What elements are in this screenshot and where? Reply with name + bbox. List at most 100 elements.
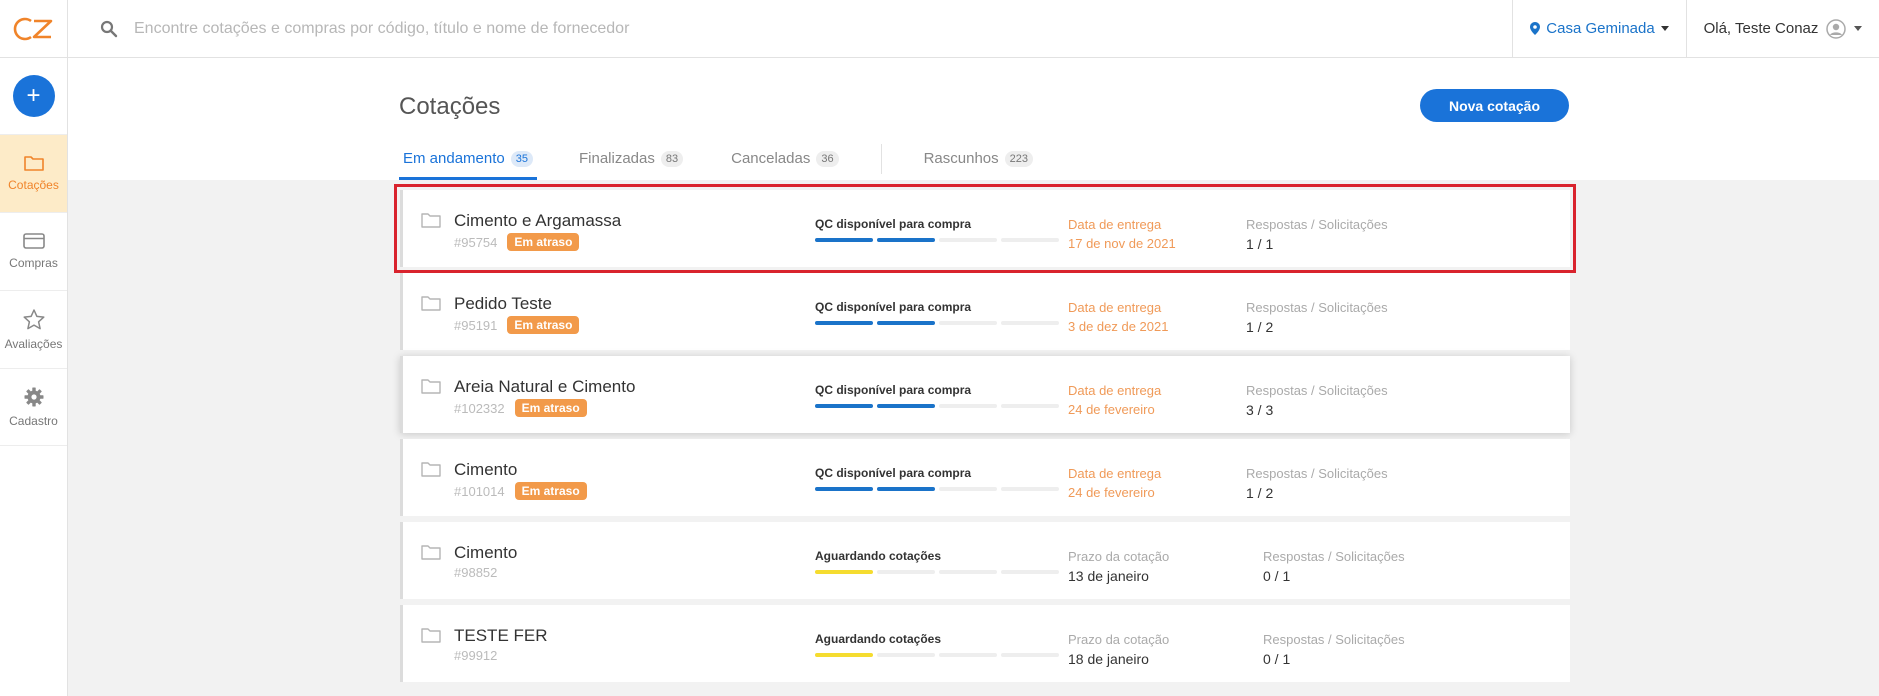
quote-title: Cimento [454,543,518,562]
progress-bar [815,570,1059,574]
quote-meta: #101014 Em atraso [454,482,587,500]
responses-label: Respostas / Solicitações [1246,466,1388,481]
tab-bar: Em andamento 35 Finalizadas 83 Cancelada… [399,140,1037,180]
quote-title: Cimento e Argamassa [454,211,622,230]
search-bar [68,0,1512,57]
progress-segment [939,653,997,657]
progress-segment [1001,570,1059,574]
responses-value: 1 / 1 [1246,236,1274,252]
late-badge: Em atraso [507,316,580,334]
sidebar-item-cotacoes[interactable]: Cotações [0,134,67,212]
quote-code: #95754 [454,234,498,250]
quote-title: Areia Natural e Cimento [454,377,636,396]
quote-meta: #102332 Em atraso [454,399,587,417]
responses-label: Respostas / Solicitações [1246,383,1388,398]
quote-meta: #95191 Em atraso [454,316,580,334]
sidebar-item-label: Compras [9,256,58,270]
new-quote-button[interactable]: Nova cotação [1420,89,1569,122]
conaz-logo-icon [13,17,52,40]
avatar-icon [1826,18,1847,39]
add-button[interactable]: + [12,75,55,117]
tab-canceladas[interactable]: Canceladas 36 [727,140,842,180]
search-input[interactable] [134,19,834,38]
responses-value: 1 / 2 [1246,485,1274,501]
folder-icon [421,379,441,394]
folder-icon [23,156,44,171]
date-label: Prazo da cotação [1068,632,1170,647]
progress-bar [815,653,1059,657]
location-selector[interactable]: Casa Geminada [1512,0,1686,57]
folder-icon [421,545,441,560]
tab-finalizadas[interactable]: Finalizadas 83 [575,140,687,180]
progress-segment [1001,487,1059,491]
date-label: Data de entrega [1068,383,1162,398]
date-label: Data de entrega [1068,300,1162,315]
quote-row[interactable]: Pedido Teste #95191 Em atraso QC disponível… [400,273,1570,350]
quote-title: TESTE FER [454,626,548,645]
user-menu[interactable]: Olá, Teste Conaz [1686,0,1879,57]
quote-status: QC disponível para compra [815,383,972,397]
late-badge: Em atraso [507,233,580,251]
credit-card-icon [22,233,45,249]
quote-row[interactable]: TESTE FER #99912 Aguardando cotações Prazo … [400,605,1570,682]
page-header: Cotações Nova cotação Em andamento 35 Fi… [68,58,1879,180]
sidebar-item-compras[interactable]: Compras [0,212,67,290]
quote-code: #95191 [454,317,498,333]
date-label: Data de entrega [1068,466,1162,481]
date-value: 24 de fevereiro [1068,485,1155,500]
responses-value: 0 / 1 [1263,651,1291,667]
quote-row[interactable]: Areia Natural e Cimento #102332 Em atraso Q… [400,356,1570,433]
quote-title: Pedido Teste [454,294,552,313]
add-button-wrapper: + [0,58,67,134]
progress-segment [939,238,997,242]
tab-count-badge: 83 [660,150,684,167]
quote-status: QC disponível para compra [815,217,972,231]
quote-list: Cimento e Argamassa #95754 Em atraso QC dis… [394,184,1576,688]
progress-segment [1001,321,1059,325]
sidebar-item-label: Avaliações [4,336,63,351]
top-bar: Casa Geminada Olá, Teste Conaz [0,0,1879,58]
logo[interactable] [0,0,68,57]
quote-meta: #98852 [454,565,497,580]
progress-segment [877,321,935,325]
tab-em-andamento[interactable]: Em andamento 35 [399,140,537,180]
progress-bar [815,238,1059,242]
progress-segment [815,487,873,491]
progress-segment [939,487,997,491]
date-value: 13 de janeiro [1068,568,1149,584]
progress-segment [939,570,997,574]
star-icon [22,308,45,329]
quote-row[interactable]: Cimento e Argamassa #95754 Em atraso QC dis… [394,184,1576,273]
tab-rascunhos[interactable]: Rascunhos 223 [920,140,1037,180]
progress-segment [1001,653,1059,657]
quote-code: #98852 [454,565,498,580]
progress-segment [877,238,935,242]
page-title: Cotações [399,93,501,120]
folder-icon [421,296,441,311]
quote-row[interactable]: Cimento #101014 Em atraso QC disponível par… [400,439,1570,516]
sidebar-item-avaliacoes[interactable]: Avaliações [0,290,67,368]
date-label: Prazo da cotação [1068,549,1170,564]
late-badge: Em atraso [514,482,587,500]
search-icon [100,20,118,37]
date-value: 18 de janeiro [1068,651,1149,667]
quote-status: Aguardando cotações [815,549,942,563]
chevron-down-icon [1854,26,1863,31]
sidebar-item-label: Cotações [8,178,59,192]
quote-status: Aguardando cotações [815,632,942,646]
responses-label: Respostas / Solicitações [1263,549,1405,564]
gear-icon [24,387,43,406]
tab-label: Canceladas [731,150,811,167]
responses-label: Respostas / Solicitações [1263,632,1405,647]
progress-segment [939,321,997,325]
tab-count-badge: 223 [1004,150,1033,167]
progress-segment [815,321,873,325]
progress-segment [877,653,935,657]
progress-bar [815,321,1059,325]
quote-title: Cimento [454,460,518,479]
folder-icon [421,462,441,477]
quote-row[interactable]: Cimento #98852 Aguardando cotações Prazo da… [400,522,1570,599]
responses-value: 3 / 3 [1246,402,1274,418]
date-value: 17 de nov de 2021 [1068,236,1176,251]
sidebar-item-cadastro[interactable]: Cadastro [0,368,67,446]
